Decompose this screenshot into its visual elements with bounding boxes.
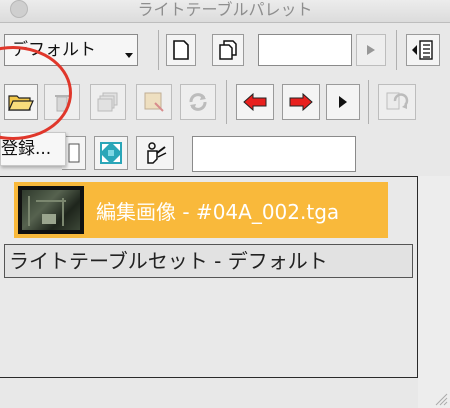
next-button[interactable]: [282, 84, 320, 120]
sync-pages-icon: [386, 92, 409, 110]
thumbnail-image: [18, 186, 84, 234]
list-item-label: 編集画像 - #04A_002.tga: [96, 200, 340, 224]
open-folder-button[interactable]: [4, 84, 38, 120]
fit-view-button[interactable]: [94, 136, 128, 170]
separator: [368, 80, 369, 124]
title-bar: ライトテーブルパレット: [0, 0, 450, 23]
play-sequence-button[interactable]: [326, 84, 360, 120]
search-field[interactable]: [192, 136, 356, 172]
arrow-left-icon: [243, 93, 267, 111]
tooltip-text: 登録...: [1, 139, 52, 159]
play-icon: [367, 45, 375, 55]
open-folder-icon: [8, 95, 34, 111]
window-title: ライトテーブルパレット: [137, 0, 313, 19]
refresh-button[interactable]: [180, 84, 216, 120]
list-item[interactable]: ライトテーブルセット - デフォルト: [4, 244, 413, 278]
register-tooltip: 登録...: [0, 132, 66, 166]
play-icon: [339, 96, 347, 108]
light-table-palette-window: ライトテーブルパレット デフォルト 登録... 編集画像 - #04A_002.…: [0, 0, 450, 408]
arrow-right-icon: [289, 93, 313, 111]
right-gutter: [418, 176, 450, 408]
pointing-hand-icon: [147, 142, 167, 164]
hand-tool-button[interactable]: [136, 136, 174, 170]
sync-pages-button[interactable]: [378, 84, 416, 120]
name-field[interactable]: [258, 34, 352, 66]
duplicate-page-button[interactable]: [212, 34, 244, 66]
preset-dropdown[interactable]: デフォルト: [4, 34, 138, 66]
image-properties-button[interactable]: [136, 84, 172, 120]
preset-dropdown-value: デフォルト: [11, 40, 96, 60]
separator: [396, 30, 397, 70]
separator: [226, 80, 227, 124]
page-icon: [68, 143, 79, 163]
copy-pages-icon: [219, 40, 237, 60]
list-item-label: ライトテーブルセット - デフォルト: [9, 249, 328, 273]
refresh-icon: [189, 93, 207, 111]
palette-menu-icon: [412, 40, 433, 60]
chevron-down-icon: [125, 53, 133, 58]
layers-button[interactable]: [90, 84, 126, 120]
page-icon: [173, 40, 189, 60]
trash-icon: [55, 95, 69, 112]
play-button[interactable]: [356, 34, 386, 66]
palette-menu-button[interactable]: [406, 34, 440, 66]
separator: [158, 30, 159, 70]
expand-arrows-icon: [100, 142, 122, 164]
stack-icon: [97, 92, 118, 112]
previous-button[interactable]: [236, 84, 274, 120]
image-edit-icon: [144, 92, 164, 112]
new-page-button[interactable]: [166, 34, 196, 66]
resize-grip-icon[interactable]: [434, 392, 448, 406]
delete-button[interactable]: [44, 84, 80, 120]
